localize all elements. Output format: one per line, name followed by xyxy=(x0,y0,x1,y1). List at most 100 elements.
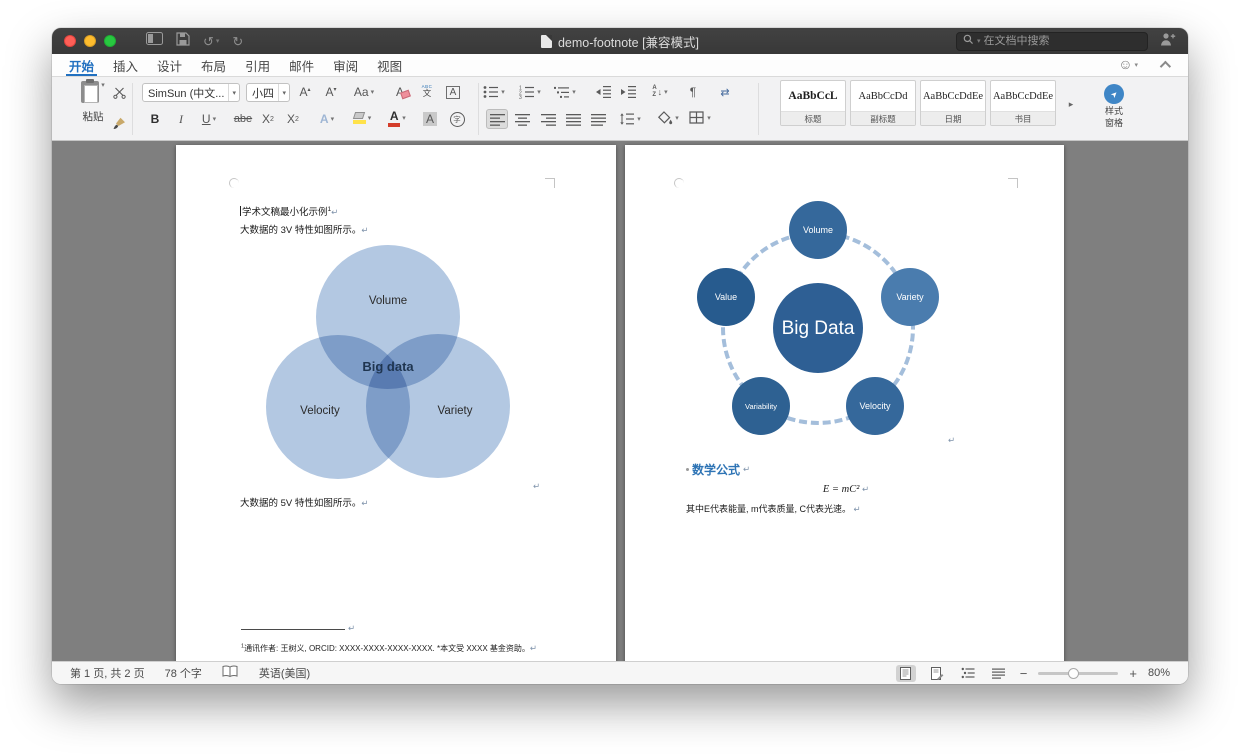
cycle-node-variety[interactable]: Variety xyxy=(881,268,939,326)
paragraph-3v[interactable]: 大数据的 3V 特性如图所示。↵ xyxy=(240,222,369,236)
minimize-button[interactable] xyxy=(84,35,96,47)
view-draft-button[interactable] xyxy=(989,665,1009,682)
zoom-slider-thumb[interactable] xyxy=(1068,667,1080,679)
subscript-button[interactable]: X2 xyxy=(257,109,279,129)
align-center-button[interactable] xyxy=(511,109,533,129)
font-color-button[interactable]: A xyxy=(383,108,411,128)
cycle-center[interactable]: Big Data xyxy=(773,283,863,373)
style-pane-button[interactable]: 样式 窗格 xyxy=(1088,84,1140,129)
redo-icon[interactable]: ↻ xyxy=(232,35,243,48)
text-effects-button[interactable]: A xyxy=(314,109,340,129)
language-indicator[interactable]: 英语(美国) xyxy=(259,665,310,681)
venn-diagram[interactable]: Volume Velocity Variety Big data xyxy=(236,245,540,485)
bullet-list-button[interactable] xyxy=(481,82,507,102)
zoom-in-button[interactable] xyxy=(1129,666,1137,681)
cycle-node-volume[interactable]: Volume xyxy=(789,201,847,259)
save-icon[interactable] xyxy=(176,31,190,51)
superscript-button[interactable]: X2 xyxy=(282,109,304,129)
window-title: demo-footnote [兼容模式] xyxy=(557,35,700,50)
tab-mailings[interactable]: 邮件 xyxy=(288,54,315,76)
align-right-button[interactable] xyxy=(537,109,559,129)
view-outline-button[interactable] xyxy=(958,665,978,682)
increase-indent-button[interactable] xyxy=(618,82,640,102)
spellcheck-icon[interactable] xyxy=(222,665,239,681)
cycle-node-velocity[interactable]: Velocity xyxy=(846,377,904,435)
tab-review[interactable]: 审阅 xyxy=(332,54,359,76)
tab-layout[interactable]: 布局 xyxy=(200,54,227,76)
paste-caret-icon[interactable]: ▾ xyxy=(101,81,105,89)
view-revision-button[interactable] xyxy=(927,665,947,682)
collapse-ribbon-icon[interactable] xyxy=(1159,60,1172,73)
font-size-caret-icon[interactable] xyxy=(278,84,289,101)
tab-references[interactable]: 引用 xyxy=(244,54,271,76)
search-scope-caret-icon[interactable]: ▾ xyxy=(977,37,981,45)
justify-button[interactable] xyxy=(562,109,584,129)
close-button[interactable] xyxy=(64,35,76,47)
style-chip-date[interactable]: AaBbCcDdEe 日期 xyxy=(920,80,986,126)
zoom-button[interactable] xyxy=(104,35,116,47)
decrease-indent-button[interactable] xyxy=(593,82,615,102)
phonetic-guide-button[interactable]: ABC 文 xyxy=(416,81,438,101)
font-name-caret-icon[interactable] xyxy=(228,84,239,101)
multilevel-list-button[interactable] xyxy=(552,82,578,102)
equation-explanation[interactable]: 其中E代表能量, m代表质量, C代表光速。 ↵ xyxy=(686,502,861,515)
page-2[interactable]: Volume Variety Velocity Variability Valu… xyxy=(625,145,1064,661)
enclose-characters-button[interactable]: 字 xyxy=(446,109,468,129)
align-left-button[interactable] xyxy=(486,109,508,129)
bold-button[interactable]: B xyxy=(144,109,166,129)
tab-view[interactable]: 视图 xyxy=(376,54,403,76)
search-input[interactable] xyxy=(983,35,1141,47)
zoom-slider[interactable] xyxy=(1038,667,1119,679)
sort-button[interactable]: AZ xyxy=(647,82,673,102)
cut-button[interactable] xyxy=(108,83,130,103)
tab-design[interactable]: 设计 xyxy=(156,54,183,76)
tab-home[interactable]: 开始 xyxy=(65,54,98,76)
highlight-button[interactable] xyxy=(348,108,376,128)
more-styles-button[interactable]: ▸ xyxy=(1064,93,1078,115)
zoom-out-button[interactable] xyxy=(1020,666,1028,681)
character-shading-button[interactable]: A xyxy=(419,109,441,129)
page-1[interactable]: 学术文稿最小化示例1↵ 大数据的 3V 特性如图所示。↵ Volume Velo… xyxy=(176,145,616,661)
distribute-text-button[interactable] xyxy=(587,109,609,129)
search-box[interactable]: ▾ xyxy=(956,31,1148,51)
footnote-text[interactable]: 1通讯作者: 王树义, ORCID: XXXX-XXXX-XXXX-XXXX. … xyxy=(241,643,537,654)
undo-caret-icon[interactable]: ▾ xyxy=(216,37,220,45)
line-spacing-button[interactable] xyxy=(617,109,643,129)
paste-label: 粘贴 xyxy=(82,111,104,123)
font-size-combo[interactable]: 小四 xyxy=(246,83,290,102)
view-print-layout-button[interactable] xyxy=(895,664,916,682)
shading-button[interactable] xyxy=(654,108,682,128)
equation[interactable]: E = mC² ↵ xyxy=(686,484,1006,495)
clear-formatting-button[interactable]: A xyxy=(389,82,411,102)
italic-button[interactable]: I xyxy=(170,109,192,129)
change-case-button[interactable]: Aa xyxy=(350,82,378,102)
character-border-button[interactable]: A xyxy=(442,82,464,102)
paragraph-5v[interactable]: 大数据的 5V 特性如图所示。↵ xyxy=(240,495,369,509)
shrink-font-button[interactable]: A xyxy=(320,82,342,102)
numbered-list-button[interactable]: 123 xyxy=(517,82,543,102)
underline-button[interactable]: U xyxy=(196,109,222,129)
font-name-combo[interactable]: SimSun (中文... xyxy=(142,83,240,102)
cycle-node-value[interactable]: Value xyxy=(697,268,755,326)
sidebar-toggle-icon[interactable] xyxy=(146,32,163,50)
heading-math[interactable]: 数学公式 ↵ xyxy=(686,461,750,478)
titlebar[interactable]: ↺ ▾ ↻ demo-footnote [兼容模式] ▾ xyxy=(52,28,1188,54)
show-marks-button[interactable]: ¶ xyxy=(682,82,704,102)
tab-insert[interactable]: 插入 xyxy=(112,54,139,76)
style-chip-title[interactable]: AaBbCcL 标题 xyxy=(780,80,846,126)
undo-button[interactable]: ↺ ▾ xyxy=(203,35,219,48)
feedback-button[interactable]: ▾ xyxy=(1118,56,1138,74)
grow-font-button[interactable]: A xyxy=(294,82,316,102)
cycle-node-variability[interactable]: Variability xyxy=(732,377,790,435)
zoom-level[interactable]: 80% xyxy=(1148,667,1170,679)
paragraph-title[interactable]: 学术文稿最小化示例1↵ xyxy=(240,204,338,218)
format-painter-button[interactable] xyxy=(108,113,130,133)
share-icon[interactable] xyxy=(1160,32,1176,51)
page-indicator[interactable]: 第 1 页, 共 2 页 xyxy=(70,665,145,681)
style-chip-subtitle[interactable]: AaBbCcDd 副标题 xyxy=(850,80,916,126)
strikethrough-button[interactable]: abe xyxy=(232,109,254,129)
borders-button[interactable] xyxy=(686,108,714,128)
word-count[interactable]: 78 个字 xyxy=(165,665,202,681)
style-chip-bibliography[interactable]: AaBbCcDdEe 书目 xyxy=(990,80,1056,126)
text-direction-button[interactable]: ⇄ xyxy=(714,82,736,102)
